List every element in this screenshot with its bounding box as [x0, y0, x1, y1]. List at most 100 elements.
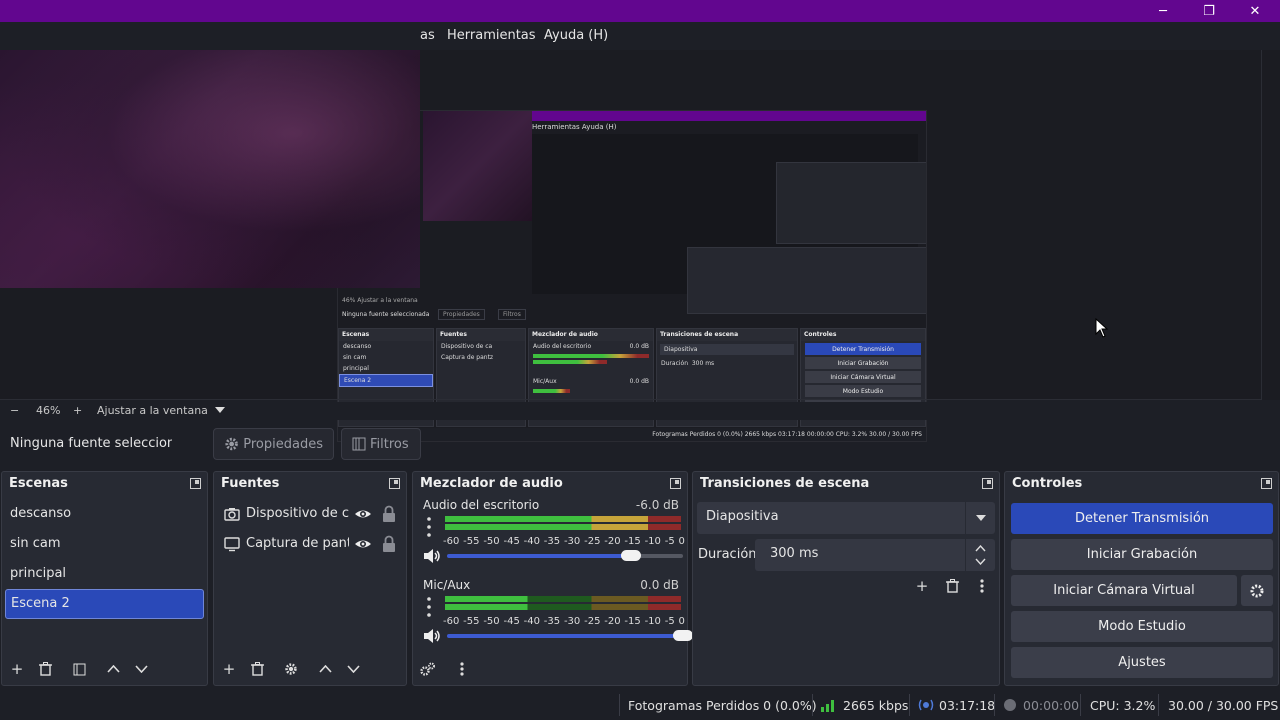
- properties-button[interactable]: Propiedades: [213, 428, 334, 460]
- maximize-button[interactable]: ❐: [1186, 0, 1232, 22]
- scene-item-sin-cam[interactable]: sin cam: [2, 529, 207, 559]
- volume-meter: [445, 524, 681, 530]
- meter-tick-label: -20: [604, 536, 621, 547]
- transition-select[interactable]: Diapositiva: [697, 502, 995, 534]
- float-dock-icon[interactable]: [190, 478, 201, 489]
- menu-item-tools[interactable]: Herramientas: [447, 28, 536, 43]
- virtual-camera-settings-button[interactable]: [1241, 575, 1273, 606]
- zoom-out-button[interactable]: −: [10, 404, 19, 417]
- chevron-down-icon: [975, 515, 986, 521]
- meter-tick-label: -20: [604, 616, 621, 627]
- audio-mixer-dock: Mezclador de audio Audio del escritorio …: [412, 471, 693, 686]
- add-scene-button[interactable]: +: [7, 659, 27, 679]
- meter-tick-label: -35: [543, 616, 561, 627]
- remove-transition-button[interactable]: [942, 576, 962, 596]
- meter-tick-label: -50: [483, 616, 500, 627]
- monitor-icon: [224, 537, 240, 552]
- duration-input[interactable]: 300 ms: [755, 539, 995, 571]
- meter-tick-label: -40: [523, 536, 540, 547]
- chevron-down-icon[interactable]: [215, 407, 225, 414]
- window-titlebar: ─ ❐ ✕: [0, 0, 1280, 22]
- mixer-channel-desktop-audio: Audio del escritorio -6.0 dB -60 -55 -50 -4…: [413, 496, 687, 576]
- stop-streaming-button[interactable]: Detener Transmisión: [1011, 503, 1273, 534]
- scenes-title: Escenas: [9, 476, 68, 491]
- channel-menu-icon[interactable]: [427, 596, 431, 618]
- channel-menu-icon[interactable]: [427, 516, 431, 538]
- meter-tick-label: -5: [664, 616, 675, 627]
- meter-tick-label: -55: [463, 536, 480, 547]
- volume-meter: [445, 596, 681, 602]
- source-item-screen-capture[interactable]: Captura de pantalla: [214, 529, 406, 559]
- lock-icon[interactable]: [382, 535, 396, 553]
- move-source-down-button[interactable]: [343, 659, 363, 679]
- speaker-icon[interactable]: [423, 548, 441, 564]
- meter-tick-label: -10: [644, 536, 661, 547]
- transition-menu-button[interactable]: [972, 576, 992, 596]
- volume-meter: [445, 604, 681, 610]
- zoom-in-button[interactable]: +: [73, 404, 82, 417]
- source-label: Dispositivo de captura de video: [246, 506, 349, 521]
- chevron-up-icon[interactable]: [975, 545, 986, 552]
- remove-scene-button[interactable]: [35, 659, 55, 679]
- source-item-video-capture[interactable]: Dispositivo de captura de video: [214, 499, 406, 529]
- scene-filters-button[interactable]: [69, 659, 89, 679]
- volume-slider-track[interactable]: [447, 554, 631, 558]
- sources-dock-header: Fuentes: [214, 472, 406, 496]
- menu-bar: as Herramientas Ayuda (H): [0, 22, 1280, 50]
- menu-item-partial[interactable]: as: [420, 28, 435, 43]
- duration-spinner[interactable]: [965, 539, 995, 571]
- filter-icon: [352, 437, 366, 451]
- mixer-menu-button[interactable]: [452, 659, 472, 679]
- start-virtual-camera-button[interactable]: Iniciar Cámara Virtual: [1011, 575, 1237, 606]
- chevron-down-icon[interactable]: [975, 558, 986, 565]
- float-dock-icon[interactable]: [389, 478, 400, 489]
- eye-icon[interactable]: [354, 535, 372, 553]
- fit-window-dropdown[interactable]: Ajustar a la ventana: [97, 404, 208, 417]
- add-transition-button[interactable]: +: [912, 576, 932, 596]
- eye-icon[interactable]: [354, 505, 372, 523]
- move-source-up-button[interactable]: [315, 659, 335, 679]
- float-dock-icon[interactable]: [982, 478, 993, 489]
- close-button[interactable]: ✕: [1232, 0, 1278, 22]
- start-recording-button[interactable]: Iniciar Grabación: [1011, 539, 1273, 570]
- filters-button[interactable]: Filtros: [341, 428, 421, 460]
- meter-tick-label: -35: [543, 536, 561, 547]
- move-scene-up-button[interactable]: [103, 659, 123, 679]
- kebab-menu-icon: [980, 579, 984, 593]
- speaker-icon[interactable]: [423, 628, 441, 644]
- duration-label: Duración: [698, 547, 757, 562]
- minimize-button[interactable]: ─: [1140, 0, 1186, 22]
- add-source-button[interactable]: +: [219, 659, 239, 679]
- no-source-label: Ninguna fuente seleccionada: [10, 436, 172, 451]
- remove-source-button[interactable]: [247, 659, 267, 679]
- lock-icon[interactable]: [382, 505, 396, 523]
- volume-slider-track[interactable]: [447, 634, 683, 638]
- meter-tick-label: 0: [678, 536, 685, 547]
- meter-tick-label: -60: [443, 536, 460, 547]
- settings-button[interactable]: Ajustes: [1011, 647, 1273, 678]
- volume-meter: [445, 516, 681, 522]
- channel-db: -6.0 dB: [635, 498, 679, 512]
- scene-item-principal[interactable]: principal: [2, 559, 207, 589]
- mixer-channel-mic-aux: Mic/Aux 0.0 dB -60 -55 -50 -45 -40 -35 -30 -25-…: [413, 576, 693, 656]
- gear-icon: [285, 663, 297, 675]
- scene-item-descanso[interactable]: descanso: [2, 499, 207, 529]
- status-bar: Fotogramas Perdidos 0 (0.0%) 2665 kbps 0…: [0, 690, 1280, 720]
- menu-item-help[interactable]: Ayuda (H): [544, 28, 608, 43]
- gear-icon: [225, 437, 238, 451]
- move-scene-down-button[interactable]: [131, 659, 151, 679]
- scenes-toolbar: +: [2, 653, 207, 685]
- volume-slider-handle[interactable]: [673, 630, 693, 641]
- float-dock-icon[interactable]: [1261, 478, 1272, 489]
- advanced-audio-button[interactable]: [418, 659, 438, 679]
- source-label: Captura de pantalla: [246, 536, 349, 551]
- transition-dropdown-arrow[interactable]: [965, 502, 995, 534]
- sources-dock: Fuentes Dispositivo de captura de video …: [213, 471, 407, 686]
- scene-item-escena-2[interactable]: Escena 2: [5, 589, 204, 619]
- studio-mode-button[interactable]: Modo Estudio: [1011, 611, 1273, 642]
- volume-slider-handle[interactable]: [621, 550, 641, 561]
- meter-ticks: -60 -55 -50 -45 -40 -35 -30 -25 -20 -15 -10 -5 0: [443, 616, 685, 627]
- float-dock-icon[interactable]: [670, 478, 681, 489]
- meter-tick-label: -40: [523, 616, 540, 627]
- source-properties-button[interactable]: [281, 659, 301, 679]
